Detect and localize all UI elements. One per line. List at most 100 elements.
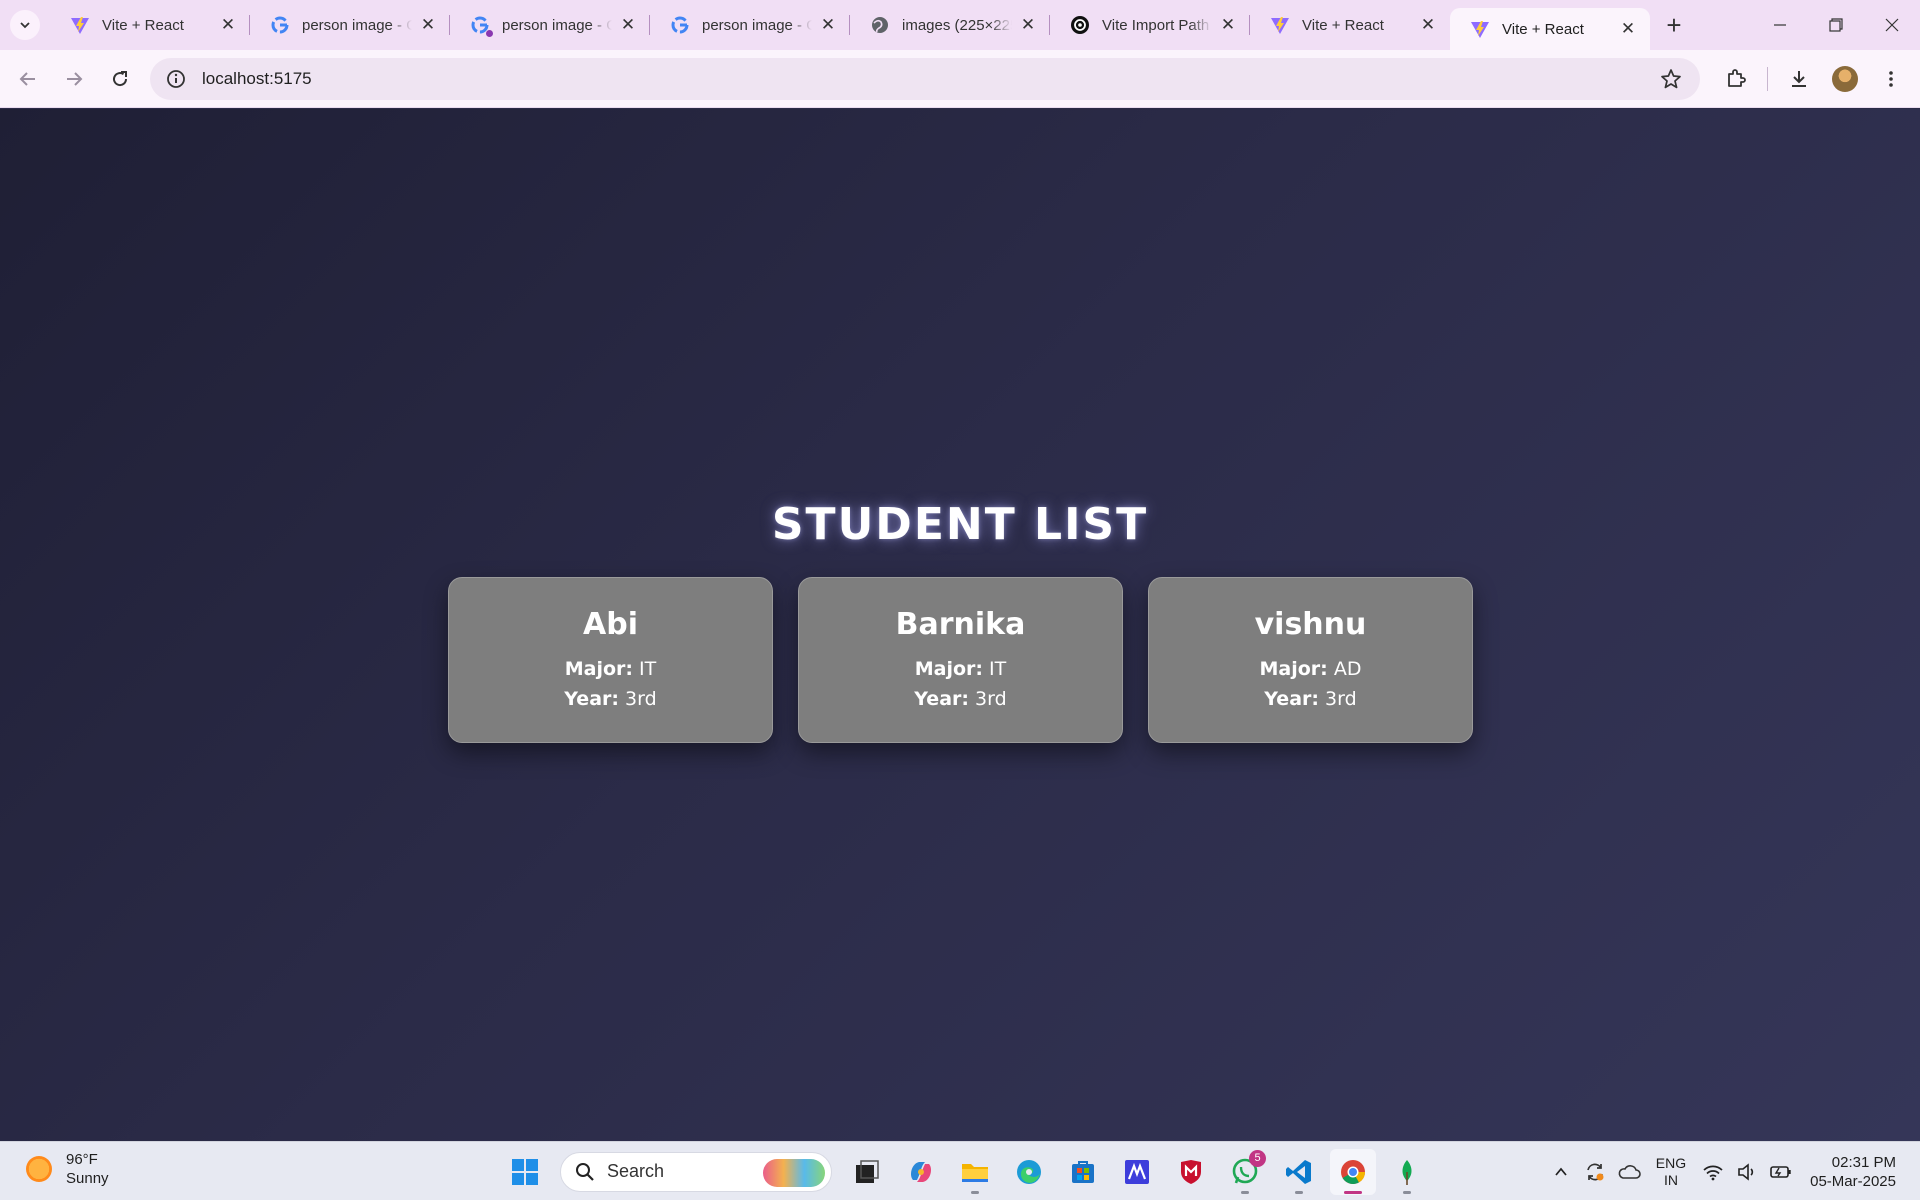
tab-title: person image - G [702, 16, 812, 34]
student-name: Abi [583, 606, 638, 642]
clock-date: 05-Mar-2025 [1810, 1172, 1896, 1190]
close-icon[interactable]: ✕ [818, 15, 838, 35]
tab-search-button[interactable] [0, 0, 50, 50]
avatar [1832, 66, 1858, 92]
more-vert-icon [1889, 71, 1893, 87]
tab-person-image-3[interactable]: person image - G ✕ [650, 0, 850, 50]
weather-desc: Sunny [66, 1170, 109, 1187]
weather-temp: 96°F [66, 1151, 98, 1168]
tab-strip: Vite + React ✕ person image - G ✕ person… [0, 0, 1920, 50]
reload-icon [113, 70, 128, 86]
tab-vite-import-path[interactable]: Vite Import Path ✕ [1050, 0, 1250, 50]
browser-toolbar: localhost:5175 [0, 50, 1920, 108]
volume-tray-icon[interactable] [1730, 1152, 1764, 1192]
minimize-button[interactable] [1752, 0, 1808, 50]
tab-person-image-2[interactable]: person image - G ✕ [450, 0, 650, 50]
tab-title: person image - G [502, 16, 612, 34]
app-button-blue[interactable] [1114, 1149, 1160, 1195]
year-label: Year: [1264, 687, 1319, 710]
store-icon [1072, 1160, 1094, 1183]
downloads-button[interactable] [1776, 56, 1822, 102]
new-tab-button[interactable]: + [1656, 7, 1692, 43]
major-value: IT [989, 657, 1007, 680]
start-button[interactable] [502, 1149, 548, 1195]
major-label: Major: [914, 657, 983, 680]
battery-tray-icon[interactable] [1764, 1152, 1798, 1192]
leaf-icon [1402, 1159, 1412, 1185]
taskbar-apps: Search 5 [498, 1142, 1434, 1200]
back-button[interactable] [6, 57, 50, 101]
edge-button[interactable] [1006, 1149, 1052, 1195]
student-year: Year: 3rd [1264, 684, 1356, 714]
input-language-indicator[interactable]: ENG IN [1656, 1155, 1686, 1189]
shield-icon [1181, 1159, 1201, 1184]
chrome-button[interactable] [1330, 1148, 1376, 1195]
whatsapp-button[interactable]: 5 [1222, 1149, 1268, 1195]
openai-icon [1070, 15, 1090, 35]
file-explorer-button[interactable] [952, 1149, 998, 1195]
google-icon [270, 15, 290, 35]
reload-button[interactable] [98, 57, 142, 101]
tab-title: person image - G [302, 16, 412, 34]
page-title: STUDENT LIST [771, 499, 1149, 550]
close-icon [1885, 18, 1899, 32]
student-major: Major: IT [915, 654, 1007, 684]
task-view-button[interactable] [844, 1149, 890, 1195]
weather-widget[interactable]: 96°F Sunny [26, 1150, 109, 1188]
puzzle-icon [1728, 69, 1746, 87]
tab-title: Vite Import Path [1102, 16, 1210, 34]
clock[interactable]: 02:31 PM 05-Mar-2025 [1810, 1153, 1896, 1191]
close-icon[interactable]: ✕ [1418, 15, 1438, 35]
store-button[interactable] [1060, 1149, 1106, 1195]
wifi-tray-icon[interactable] [1696, 1152, 1730, 1192]
system-tray: ENG IN 02:31 PM 05-Mar-2025 [1544, 1142, 1920, 1200]
vite-icon [70, 15, 90, 35]
close-icon[interactable]: ✕ [1618, 19, 1638, 39]
folder-icon [962, 1163, 988, 1182]
lang-region: IN [1663, 1171, 1678, 1188]
close-icon[interactable]: ✕ [418, 15, 438, 35]
edge-icon [1017, 1159, 1041, 1184]
onedrive-tray-icon[interactable] [1612, 1152, 1646, 1192]
close-window-button[interactable] [1864, 0, 1920, 50]
copilot-button[interactable] [898, 1149, 944, 1195]
forward-button[interactable] [52, 57, 96, 101]
search-icon [576, 1162, 594, 1181]
major-label: Major: [564, 657, 633, 680]
tab-vite-react-1[interactable]: Vite + React ✕ [50, 0, 250, 50]
year-value: 3rd [625, 687, 657, 710]
vite-icon [1270, 15, 1290, 35]
windows-icon [512, 1158, 538, 1185]
close-icon[interactable]: ✕ [1218, 15, 1238, 35]
close-icon[interactable]: ✕ [618, 15, 638, 35]
student-name: vishnu [1254, 606, 1367, 642]
mongodb-button[interactable] [1384, 1149, 1430, 1195]
sync-tray-icon[interactable] [1578, 1152, 1612, 1192]
extensions-button[interactable] [1713, 56, 1759, 102]
close-icon[interactable]: ✕ [1018, 15, 1038, 35]
restore-button[interactable] [1808, 0, 1864, 50]
close-icon[interactable]: ✕ [218, 15, 238, 35]
tab-images[interactable]: images (225×225) ✕ [850, 0, 1050, 50]
address-bar[interactable]: localhost:5175 [150, 58, 1700, 100]
mcafee-button[interactable] [1168, 1149, 1214, 1195]
tab-title: images (225×225) [902, 16, 1012, 34]
bookmark-star-icon[interactable] [1660, 68, 1682, 95]
tab-vite-react-active[interactable]: Vite + React ✕ [1450, 8, 1650, 50]
wifi-icon [1703, 1165, 1723, 1180]
taskbar-search[interactable]: Search [560, 1151, 832, 1192]
lang-code: ENG [1655, 1154, 1687, 1171]
battery-icon [1770, 1165, 1791, 1178]
tab-vite-react-2[interactable]: Vite + React ✕ [1250, 0, 1450, 50]
url-text[interactable]: localhost:5175 [202, 69, 312, 89]
download-icon [1792, 71, 1806, 87]
site-info-icon[interactable] [154, 69, 198, 89]
menu-button[interactable] [1868, 56, 1914, 102]
student-card: Abi Major: IT Year: 3rd [448, 577, 773, 743]
tab-title: Vite + React [1502, 20, 1584, 38]
search-label: Search [607, 1161, 665, 1181]
show-hidden-icons-button[interactable] [1544, 1152, 1578, 1192]
profile-button[interactable] [1822, 56, 1868, 102]
tab-person-image-1[interactable]: person image - G ✕ [250, 0, 450, 50]
vscode-button[interactable] [1276, 1149, 1322, 1195]
